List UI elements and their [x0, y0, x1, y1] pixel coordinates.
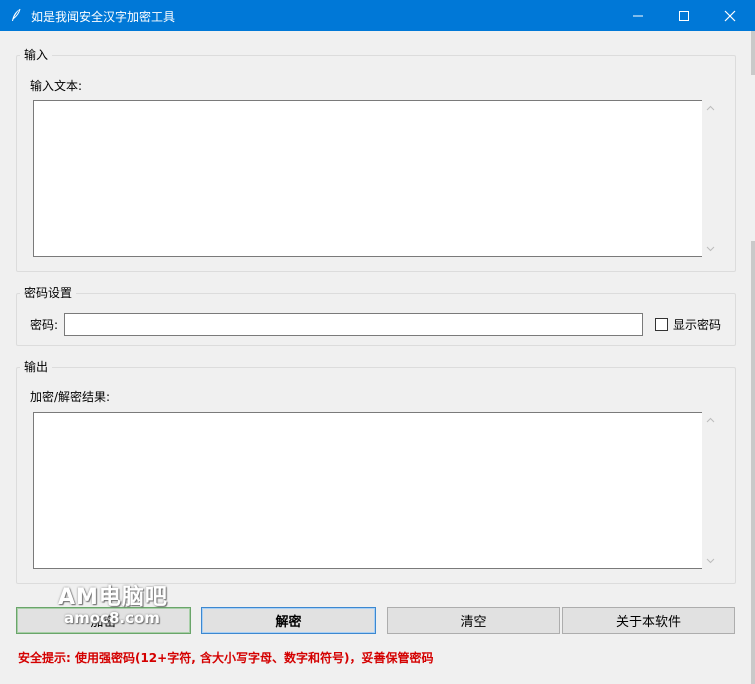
maximize-button[interactable] — [661, 0, 707, 31]
password-label: 密码: — [30, 318, 59, 332]
output-textarea[interactable] — [33, 412, 703, 569]
about-button[interactable]: 关于本软件 — [562, 607, 735, 634]
input-group-title: 输入 — [20, 48, 53, 62]
password-input[interactable] — [64, 313, 643, 336]
feather-icon — [12, 8, 21, 21]
scroll-up-icon[interactable] — [702, 412, 719, 429]
input-textarea[interactable] — [33, 100, 703, 257]
window-title: 如是我闻安全汉字加密工具 — [31, 10, 176, 24]
input-scrollbar[interactable] — [702, 100, 719, 257]
show-password-checkbox[interactable] — [655, 318, 668, 331]
scroll-down-icon[interactable] — [702, 552, 719, 569]
input-text-label: 输入文本: — [30, 79, 83, 93]
output-group-title: 输出 — [20, 360, 53, 374]
minimize-button[interactable] — [615, 0, 661, 31]
password-group-title: 密码设置 — [20, 286, 77, 300]
encrypt-button[interactable]: 加密 — [16, 607, 191, 634]
show-password-label[interactable]: 显示密码 — [673, 318, 721, 332]
title-bar[interactable]: 如是我闻安全汉字加密工具 — [0, 0, 755, 31]
security-tip: 安全提示: 使用强密码(12+字符, 含大小写字母、数字和符号)，妥善保管密码 — [18, 651, 434, 665]
window-edge-gap — [751, 75, 755, 241]
decrypt-button[interactable]: 解密 — [201, 607, 376, 634]
minimize-icon — [633, 15, 643, 17]
maximize-icon — [679, 11, 689, 21]
close-icon — [724, 10, 736, 22]
close-button[interactable] — [707, 0, 753, 31]
clear-button[interactable]: 清空 — [387, 607, 560, 634]
output-scrollbar[interactable] — [702, 412, 719, 569]
output-result-label: 加密/解密结果: — [30, 390, 111, 404]
window-right-edge — [751, 31, 755, 684]
scroll-up-icon[interactable] — [702, 100, 719, 117]
scroll-down-icon[interactable] — [702, 240, 719, 257]
